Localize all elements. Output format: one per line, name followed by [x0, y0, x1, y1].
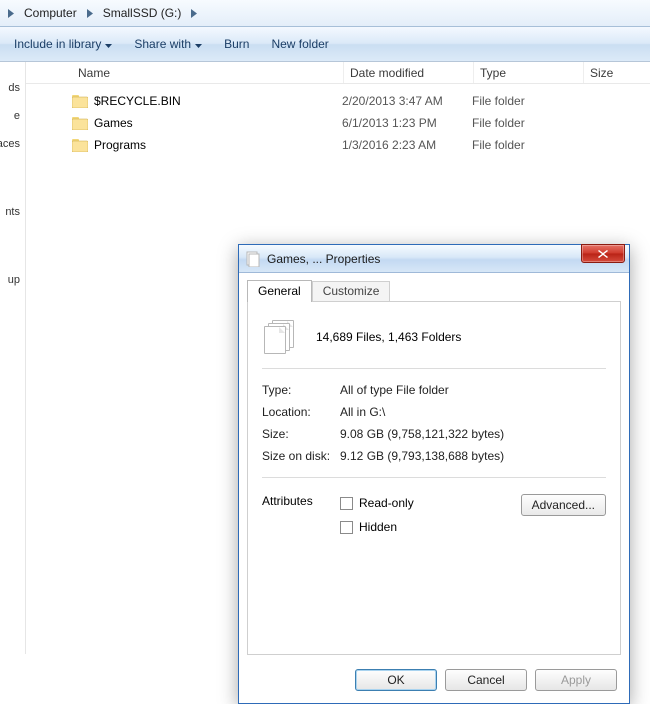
properties-icon: [245, 251, 261, 267]
dialog-title: Games, ... Properties: [267, 252, 581, 266]
tab-general-body: 14,689 Files, 1,463 Folders Type:All of …: [247, 301, 621, 655]
file-date: 2/20/2013 3:47 AM: [342, 94, 472, 108]
properties-dialog: Games, ... Properties General Customize …: [238, 244, 630, 704]
size-on-disk-value: 9.12 GB (9,793,138,688 bytes): [340, 449, 504, 463]
file-name: Games: [92, 116, 342, 130]
list-item[interactable]: Games 6/1/2013 1:23 PM File folder: [72, 112, 650, 134]
burn-button[interactable]: Burn: [224, 37, 249, 51]
tab-general[interactable]: General: [247, 280, 312, 302]
new-folder-button[interactable]: New folder: [271, 37, 328, 51]
readonly-checkbox[interactable]: Read-only: [340, 494, 521, 518]
tab-customize[interactable]: Customize: [312, 281, 391, 303]
file-type: File folder: [472, 94, 582, 108]
address-bar: Computer SmallSSD (G:): [0, 0, 650, 27]
size-label: Size:: [262, 427, 340, 441]
tab-strip: General Customize: [239, 273, 629, 301]
include-label: Include in library: [14, 37, 101, 51]
size-on-disk-label: Size on disk:: [262, 449, 340, 463]
chevron-right-icon[interactable]: [4, 9, 18, 18]
column-name-label: Name: [78, 66, 110, 80]
chevron-right-icon[interactable]: [187, 9, 201, 18]
sidebar-item[interactable]: ds: [0, 74, 25, 102]
file-type: File folder: [472, 138, 582, 152]
chevron-right-icon[interactable]: [83, 9, 97, 18]
advanced-button[interactable]: Advanced...: [521, 494, 606, 516]
apply-button[interactable]: Apply: [535, 669, 617, 691]
include-in-library-button[interactable]: Include in library: [14, 37, 112, 51]
file-list: $RECYCLE.BIN 2/20/2013 3:47 AM File fold…: [26, 84, 650, 156]
file-type: File folder: [472, 116, 582, 130]
column-size[interactable]: Size: [584, 62, 650, 83]
hidden-label: Hidden: [359, 520, 397, 534]
toolbar: Include in library Share with Burn New f…: [0, 27, 650, 62]
file-date: 1/3/2016 2:23 AM: [342, 138, 472, 152]
list-item[interactable]: $RECYCLE.BIN 2/20/2013 3:47 AM File fold…: [72, 90, 650, 112]
file-date: 6/1/2013 1:23 PM: [342, 116, 472, 130]
location-value: All in G:\: [340, 405, 385, 419]
sidebar-item[interactable]: nts: [0, 198, 25, 226]
multi-file-icon: [264, 320, 298, 354]
checkbox-icon: [340, 521, 353, 534]
chevron-down-icon: [105, 37, 112, 51]
folder-icon: [72, 139, 92, 152]
hidden-checkbox[interactable]: Hidden: [340, 518, 521, 542]
column-date[interactable]: Date modified: [344, 62, 474, 83]
breadcrumb-computer[interactable]: Computer: [18, 4, 83, 22]
list-item[interactable]: Programs 1/3/2016 2:23 AM File folder: [72, 134, 650, 156]
column-headers: Name Date modified Type Size: [26, 62, 650, 84]
sidebar-item[interactable]: e: [0, 102, 25, 130]
column-name[interactable]: Name: [72, 62, 344, 83]
dialog-buttons: OK Cancel Apply: [239, 661, 629, 703]
share-with-button[interactable]: Share with: [134, 37, 202, 51]
close-button[interactable]: [581, 244, 625, 263]
ok-button[interactable]: OK: [355, 669, 437, 691]
file-name: Programs: [92, 138, 342, 152]
file-name: $RECYCLE.BIN: [92, 94, 342, 108]
cancel-button[interactable]: Cancel: [445, 669, 527, 691]
nav-pane: ds e laces nts up: [0, 62, 26, 654]
breadcrumb-drive[interactable]: SmallSSD (G:): [97, 4, 188, 22]
column-type[interactable]: Type: [474, 62, 584, 83]
readonly-label: Read-only: [359, 496, 414, 510]
location-label: Location:: [262, 405, 340, 419]
attributes-label: Attributes: [262, 494, 340, 508]
type-value: All of type File folder: [340, 383, 449, 397]
summary-text: 14,689 Files, 1,463 Folders: [316, 330, 461, 344]
sidebar-item[interactable]: laces: [0, 130, 25, 158]
folder-icon: [72, 117, 92, 130]
sidebar-item[interactable]: up: [0, 266, 25, 294]
share-label: Share with: [134, 37, 191, 51]
checkbox-icon: [340, 497, 353, 510]
size-value: 9.08 GB (9,758,121,322 bytes): [340, 427, 504, 441]
folder-icon: [72, 95, 92, 108]
chevron-down-icon: [195, 37, 202, 51]
dialog-titlebar[interactable]: Games, ... Properties: [239, 245, 629, 273]
type-label: Type:: [262, 383, 340, 397]
